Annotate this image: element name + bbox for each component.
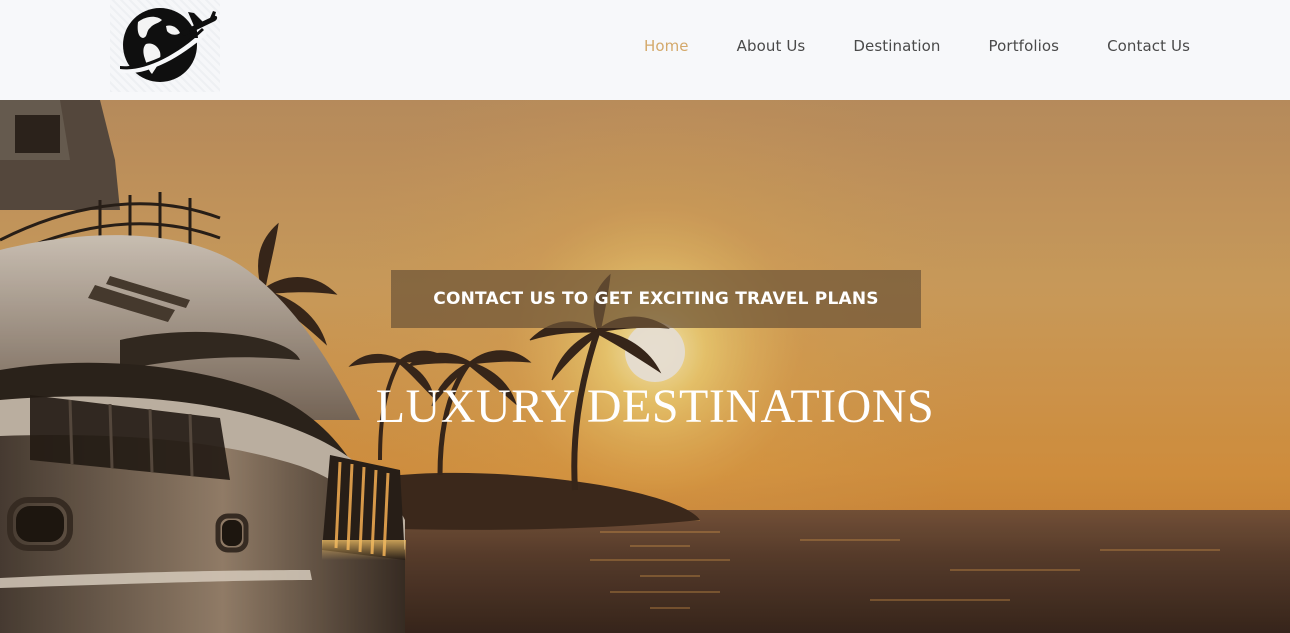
nav-portfolios-link[interactable]: Portfolios — [989, 37, 1060, 55]
nav-about-us-link[interactable]: About Us — [737, 37, 806, 55]
nav-home-link[interactable]: Home — [644, 37, 689, 55]
nav-destination-link[interactable]: Destination — [853, 37, 940, 55]
hero-title: LUXURY DESTINATIONS — [375, 380, 935, 433]
hero-background-image — [0, 100, 1290, 633]
globe-airplane-icon — [116, 8, 218, 82]
contact-cta-label: CONTACT US TO GET EXCITING TRAVEL PLANS — [433, 289, 879, 309]
top-navbar: Home About Us Destination Portfolios Con… — [0, 0, 1290, 100]
main-nav: Home About Us Destination Portfolios Con… — [644, 34, 1190, 58]
hero-banner: CONTACT US TO GET EXCITING TRAVEL PLANS … — [0, 100, 1290, 633]
contact-cta-button[interactable]: CONTACT US TO GET EXCITING TRAVEL PLANS — [391, 270, 921, 328]
nav-contact-us-link[interactable]: Contact Us — [1107, 37, 1190, 55]
site-logo[interactable] — [110, 0, 220, 92]
